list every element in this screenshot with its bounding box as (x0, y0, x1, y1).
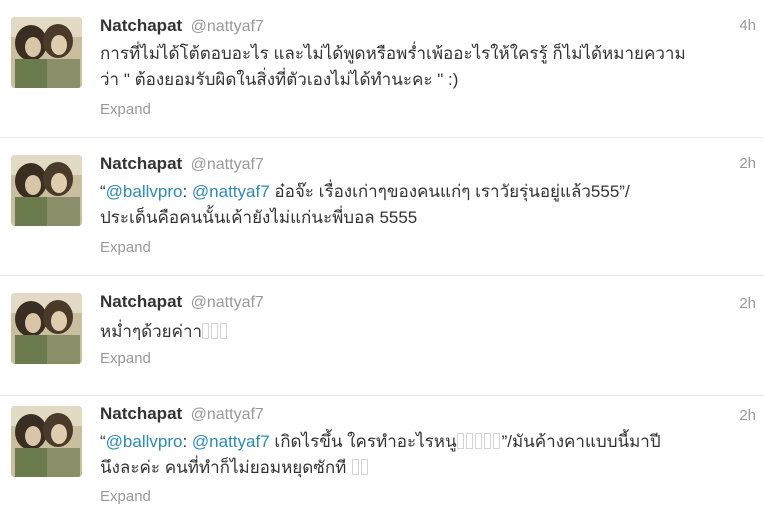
avatar[interactable] (11, 155, 82, 226)
user-fullname[interactable]: Natchapat (100, 404, 182, 423)
tweet-text-line: นึงละค่ะ คนที่ทำก็ไม่ยอมหยุดซักที (100, 455, 750, 481)
tweet-text-line: ว่า " ต้องยอมรับผิดในสิ่งที่ตัวเองไม่ได้… (100, 70, 459, 89)
tweet-header: Natchapat @nattyaf7 (100, 15, 264, 37)
tweet-text-line: การที่ไม่ได้โต้ตอบอะไร และไม่ได้พูดหรือพ… (100, 44, 686, 63)
tweet-item[interactable]: Natchapat @nattyaf7 2h “@ballvpro: @natt… (0, 138, 764, 276)
avatar[interactable] (11, 17, 82, 88)
tweet-text: หม่ำๆด้วยค่าา (100, 319, 750, 345)
tweet-text-segment: เกิดไรขึ้น ใครทำอะไรหนู (269, 432, 457, 451)
tweet-text: การที่ไม่ได้โต้ตอบอะไร และไม่ได้พูดหรือพ… (100, 41, 750, 93)
user-fullname[interactable]: Natchapat (100, 154, 182, 173)
mention-link[interactable]: @nattyaf7 (192, 432, 270, 451)
expand-link[interactable]: Expand (100, 349, 151, 369)
missing-glyph-icon (220, 323, 228, 339)
avatar[interactable] (11, 406, 82, 477)
tweet-text-line: ประเด็นคือคนนั้นเค้ายังไม่แก่นะพี่บอล 55… (100, 208, 418, 227)
missing-glyph-icon (483, 433, 491, 449)
expand-link[interactable]: Expand (100, 100, 151, 120)
missing-glyph-icon (361, 459, 369, 475)
missing-glyph-icon (202, 323, 210, 339)
tweet-item[interactable]: Natchapat @nattyaf7 2h หม่ำๆด้วยค่าา Exp… (0, 276, 764, 396)
tweet-text-line: “@ballvpro: @nattyaf7 อ๋อจ๊ะ เรื่องเก่าๆ… (100, 179, 750, 205)
mention-link[interactable]: @nattyaf7 (192, 182, 270, 201)
tweet-text: “@ballvpro: @nattyaf7 เกิดไรขึ้น ใครทำอะ… (100, 429, 750, 481)
tweet-item[interactable]: Natchapat @nattyaf7 4h การที่ไม่ได้โต้ตอ… (0, 0, 764, 138)
user-handle[interactable]: @nattyaf7 (191, 294, 264, 311)
expand-link[interactable]: Expand (100, 238, 151, 258)
tweet-timestamp[interactable]: 2h (739, 293, 756, 315)
tweet-text-line: หม่ำๆด้วยค่าา (100, 319, 750, 345)
tweet-text-segment: อ๋อจ๊ะ เรื่องเก่าๆของคนแก่ๆ เราวัยรุ่นอย… (269, 182, 630, 201)
tweet-header: Natchapat @nattyaf7 (100, 291, 264, 313)
mention-link[interactable]: @ballvpro (106, 182, 183, 201)
tweet-text-line: “@ballvpro: @nattyaf7 เกิดไรขึ้น ใครทำอะ… (100, 429, 750, 455)
user-handle[interactable]: @nattyaf7 (191, 18, 264, 35)
tweet-text-segment: หม่ำๆด้วยค่าา (100, 322, 203, 341)
user-fullname[interactable]: Natchapat (100, 292, 182, 311)
user-handle[interactable]: @nattyaf7 (191, 156, 264, 173)
user-fullname[interactable]: Natchapat (100, 16, 182, 35)
separator: : (182, 432, 192, 451)
missing-glyph-icon (456, 433, 464, 449)
tweet-timestamp[interactable]: 2h (739, 405, 756, 427)
avatar[interactable] (11, 293, 82, 364)
tweet-timestamp[interactable]: 4h (739, 15, 756, 37)
tweet-text: “@ballvpro: @nattyaf7 อ๋อจ๊ะ เรื่องเก่าๆ… (100, 179, 750, 231)
separator: : (182, 182, 192, 201)
missing-glyph-icon (352, 459, 360, 475)
tweet-text-segment: ”/มันค้างคาแบบนี้มาปี (501, 432, 661, 451)
mention-link[interactable]: @ballvpro (106, 432, 183, 451)
tweet-timestamp[interactable]: 2h (739, 153, 756, 175)
tweet-item[interactable]: Natchapat @nattyaf7 2h “@ballvpro: @natt… (0, 396, 764, 521)
missing-glyph-icon (211, 323, 219, 339)
user-handle[interactable]: @nattyaf7 (191, 406, 264, 423)
tweet-text-segment: นึงละค่ะ คนที่ทำก็ไม่ยอมหยุดซักที (100, 458, 347, 477)
expand-link[interactable]: Expand (100, 487, 151, 507)
missing-glyph-icon (465, 433, 473, 449)
missing-glyph-icon (492, 433, 500, 449)
tweet-header: Natchapat @nattyaf7 (100, 403, 264, 425)
tweet-header: Natchapat @nattyaf7 (100, 153, 264, 175)
missing-glyph-icon (474, 433, 482, 449)
